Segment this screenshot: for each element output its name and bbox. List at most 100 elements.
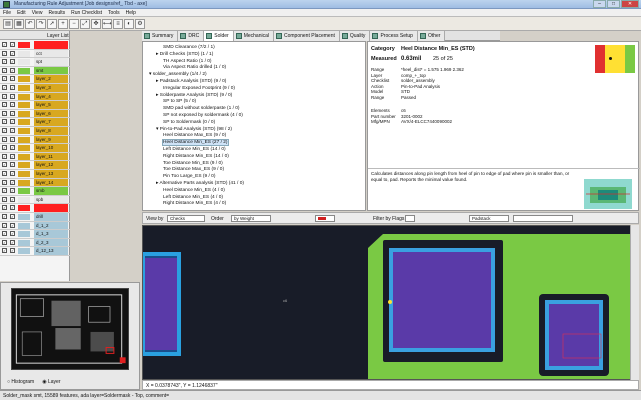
layer-select-checkbox[interactable]: ✓ <box>10 128 15 133</box>
layer-row[interactable]: ✓ ✓ smb <box>0 187 70 196</box>
layer-visible-checkbox[interactable]: ✓ <box>2 119 7 125</box>
layer-row[interactable]: ✓ ✓ d_1_2 <box>0 221 70 231</box>
tab-mechanical[interactable]: Mechanical <box>233 31 274 41</box>
layer-option[interactable]: ◉ Layer <box>42 379 60 385</box>
layer-row[interactable]: ✓ ✓ d_2_3 <box>0 238 70 248</box>
layer-row[interactable]: ✓ ✓ <box>0 204 70 213</box>
layer-select-checkbox[interactable]: ✓ <box>10 93 15 99</box>
tree-node[interactable]: SP to SP (5 / 0) <box>163 99 196 104</box>
menu-results[interactable]: Results <box>48 10 65 16</box>
layer-row[interactable]: ✓ ✓ layer_9 <box>0 135 70 145</box>
tree-node[interactable]: Left Distance Min_ES (4 / 0) <box>163 195 223 200</box>
layer-row[interactable]: ✓ ✓ layer_10 <box>0 144 70 153</box>
layer-visible-checkbox[interactable]: ✓ <box>2 188 7 194</box>
menu-file[interactable]: File <box>3 10 11 16</box>
filter-select[interactable]: Padstack <box>469 215 509 222</box>
layer-select-checkbox[interactable]: ✓ <box>10 67 15 73</box>
tree-node[interactable]: ▸ Alternative Parts analysis (STD) (41 /… <box>156 181 244 186</box>
tab-drc[interactable]: DRC <box>178 31 205 41</box>
menu-view[interactable]: View <box>32 10 43 16</box>
layer-row[interactable]: ✓ ✓ layer_2 <box>0 75 70 84</box>
save-icon[interactable]: ▦ <box>14 19 24 29</box>
layer-row[interactable]: ✓ ✓ d_1_3 <box>0 230 70 239</box>
tree-node[interactable]: ▸ Solderpaste Analysis (STD) (9 / 0) <box>156 93 232 98</box>
layer-select-checkbox[interactable]: ✓ <box>10 119 15 125</box>
histogram-option[interactable]: ○ Histogram <box>7 379 34 385</box>
menu-help[interactable]: Help <box>126 10 136 16</box>
tree-node[interactable]: Heel Distance Min_ES (27 / 2) <box>162 139 229 147</box>
tree-node[interactable]: Heel Distance Min_ES (4 / 0) <box>163 188 225 193</box>
layer-visible-checkbox[interactable]: ✓ <box>2 76 7 82</box>
layer-visible-checkbox[interactable]: ✓ <box>2 42 7 47</box>
layer-row[interactable]: ✓ ✓ smt <box>0 66 70 76</box>
layer-select-checkbox[interactable]: ✓ <box>10 188 15 194</box>
redo-icon[interactable]: ↷ <box>36 19 46 29</box>
order-select[interactable]: by Weight <box>231 215 271 222</box>
layer-visible-checkbox[interactable]: ✓ <box>2 145 7 151</box>
layer-select-checkbox[interactable]: ✓ <box>10 231 15 237</box>
view-by-select[interactable]: Checks <box>167 215 205 222</box>
tree-node[interactable]: ▸ Drill Checks (STD) (1 / 1) <box>156 52 213 57</box>
tree-node[interactable]: Left Distance Min_ES (14 / 0) <box>163 147 226 152</box>
tab-process-setup[interactable]: Process Setup <box>370 31 418 41</box>
color-select[interactable] <box>315 215 335 222</box>
measure-icon[interactable]: ⟷ <box>102 19 112 29</box>
tree-node[interactable]: SMD pad without solderpaste (1 / 0) <box>163 106 240 111</box>
layer-row[interactable]: ✓ ✓ spt <box>0 58 70 67</box>
layer-row[interactable]: ✓ ✓ layer_6 <box>0 109 70 119</box>
filter-select-2[interactable] <box>513 215 573 222</box>
menu-tools[interactable]: Tools <box>108 10 120 16</box>
tree-node[interactable]: Toe Distance Max_ES (9 / 0) <box>163 167 224 172</box>
layer-visible-checkbox[interactable]: ✓ <box>2 205 7 211</box>
tree-node[interactable]: SP to Soldermask (0 / 0) <box>163 120 215 125</box>
highlight-icon[interactable]: ◐ <box>124 19 134 29</box>
layer-row[interactable]: ✓ ✓ spb <box>0 195 70 205</box>
layers-icon[interactable]: ≡ <box>113 19 123 29</box>
layer-select-checkbox[interactable]: ✓ <box>10 153 15 159</box>
board-thumbnail[interactable] <box>11 288 129 370</box>
minimize-button[interactable]: – <box>593 0 606 8</box>
layer-visible-checkbox[interactable]: ✓ <box>2 153 7 159</box>
tree-node[interactable]: Heel Distance Max_ES (9 / 0) <box>163 133 226 138</box>
menu-run-checklist[interactable]: Run Checklist <box>71 10 102 16</box>
layer-select-checkbox[interactable]: ✓ <box>10 136 15 142</box>
pan-icon[interactable]: ✥ <box>91 19 101 29</box>
violation-marker[interactable] <box>388 300 392 304</box>
layer-select-checkbox[interactable]: ✓ <box>10 205 15 211</box>
layer-select-checkbox[interactable]: ✓ <box>10 42 15 47</box>
tree-node[interactable]: ▸ Padstack Analysis (STD) (9 / 0) <box>156 79 226 84</box>
layer-row[interactable]: ✓ ✓ drill <box>0 213 70 222</box>
layer-select-checkbox[interactable]: ✓ <box>10 76 15 82</box>
layer-visible-checkbox[interactable]: ✓ <box>2 196 7 202</box>
layer-row[interactable]: ✓ ✓ layer_5 <box>0 101 70 110</box>
layer-visible-checkbox[interactable]: ✓ <box>2 231 7 237</box>
layer-row[interactable]: ✓ ✓ <box>0 41 70 50</box>
layer-select-checkbox[interactable]: ✓ <box>10 110 15 116</box>
pcb-canvas[interactable]: c6 <box>142 225 639 380</box>
layer-visible-checkbox[interactable]: ✓ <box>2 239 7 245</box>
layer-select-checkbox[interactable]: ✓ <box>10 239 15 245</box>
menu-edit[interactable]: Edit <box>17 10 26 16</box>
tree-node[interactable]: Via Aspect Ratio drilled (1 / 0) <box>163 65 226 70</box>
layer-visible-checkbox[interactable]: ✓ <box>2 222 7 228</box>
tab-solder[interactable]: Solder <box>204 31 234 41</box>
layer-select-checkbox[interactable]: ✓ <box>10 145 15 151</box>
zoom-out-icon[interactable]: − <box>69 19 79 29</box>
tree-node[interactable]: Right Distance Min_ES (14 / 0) <box>163 154 229 159</box>
tree-node[interactable]: Pin Too Large_ES (9 / 0) <box>163 174 215 179</box>
zoom-fit-icon[interactable]: ⤢ <box>80 19 90 29</box>
checks-tree[interactable]: SMD Clearance (7/2 / 1) ▸ Drill Checks (S… <box>142 41 366 211</box>
tree-node[interactable]: Toe Distance Min_ES (9 / 0) <box>163 161 223 166</box>
layer-visible-checkbox[interactable]: ✓ <box>2 136 7 142</box>
layer-visible-checkbox[interactable]: ✓ <box>2 162 7 168</box>
tree-node[interactable]: Irregular Exposed Footprint (9 / 0) <box>163 86 235 91</box>
layer-row[interactable]: ✓ ✓ layer_7 <box>0 118 70 127</box>
layer-row[interactable]: ✓ ✓ layer_14 <box>0 178 70 188</box>
layer-row[interactable]: ✓ ✓ d_12_13 <box>0 247 70 256</box>
settings-icon[interactable]: ⚙ <box>135 19 145 29</box>
layer-row[interactable]: ✓ ✓ layer_4 <box>0 92 70 102</box>
layer-select-checkbox[interactable]: ✓ <box>10 102 15 108</box>
layer-visible-checkbox[interactable]: ✓ <box>2 214 7 219</box>
layer-select-checkbox[interactable]: ✓ <box>10 50 15 56</box>
layer-row[interactable]: ✓ ✓ layer_3 <box>0 84 70 93</box>
